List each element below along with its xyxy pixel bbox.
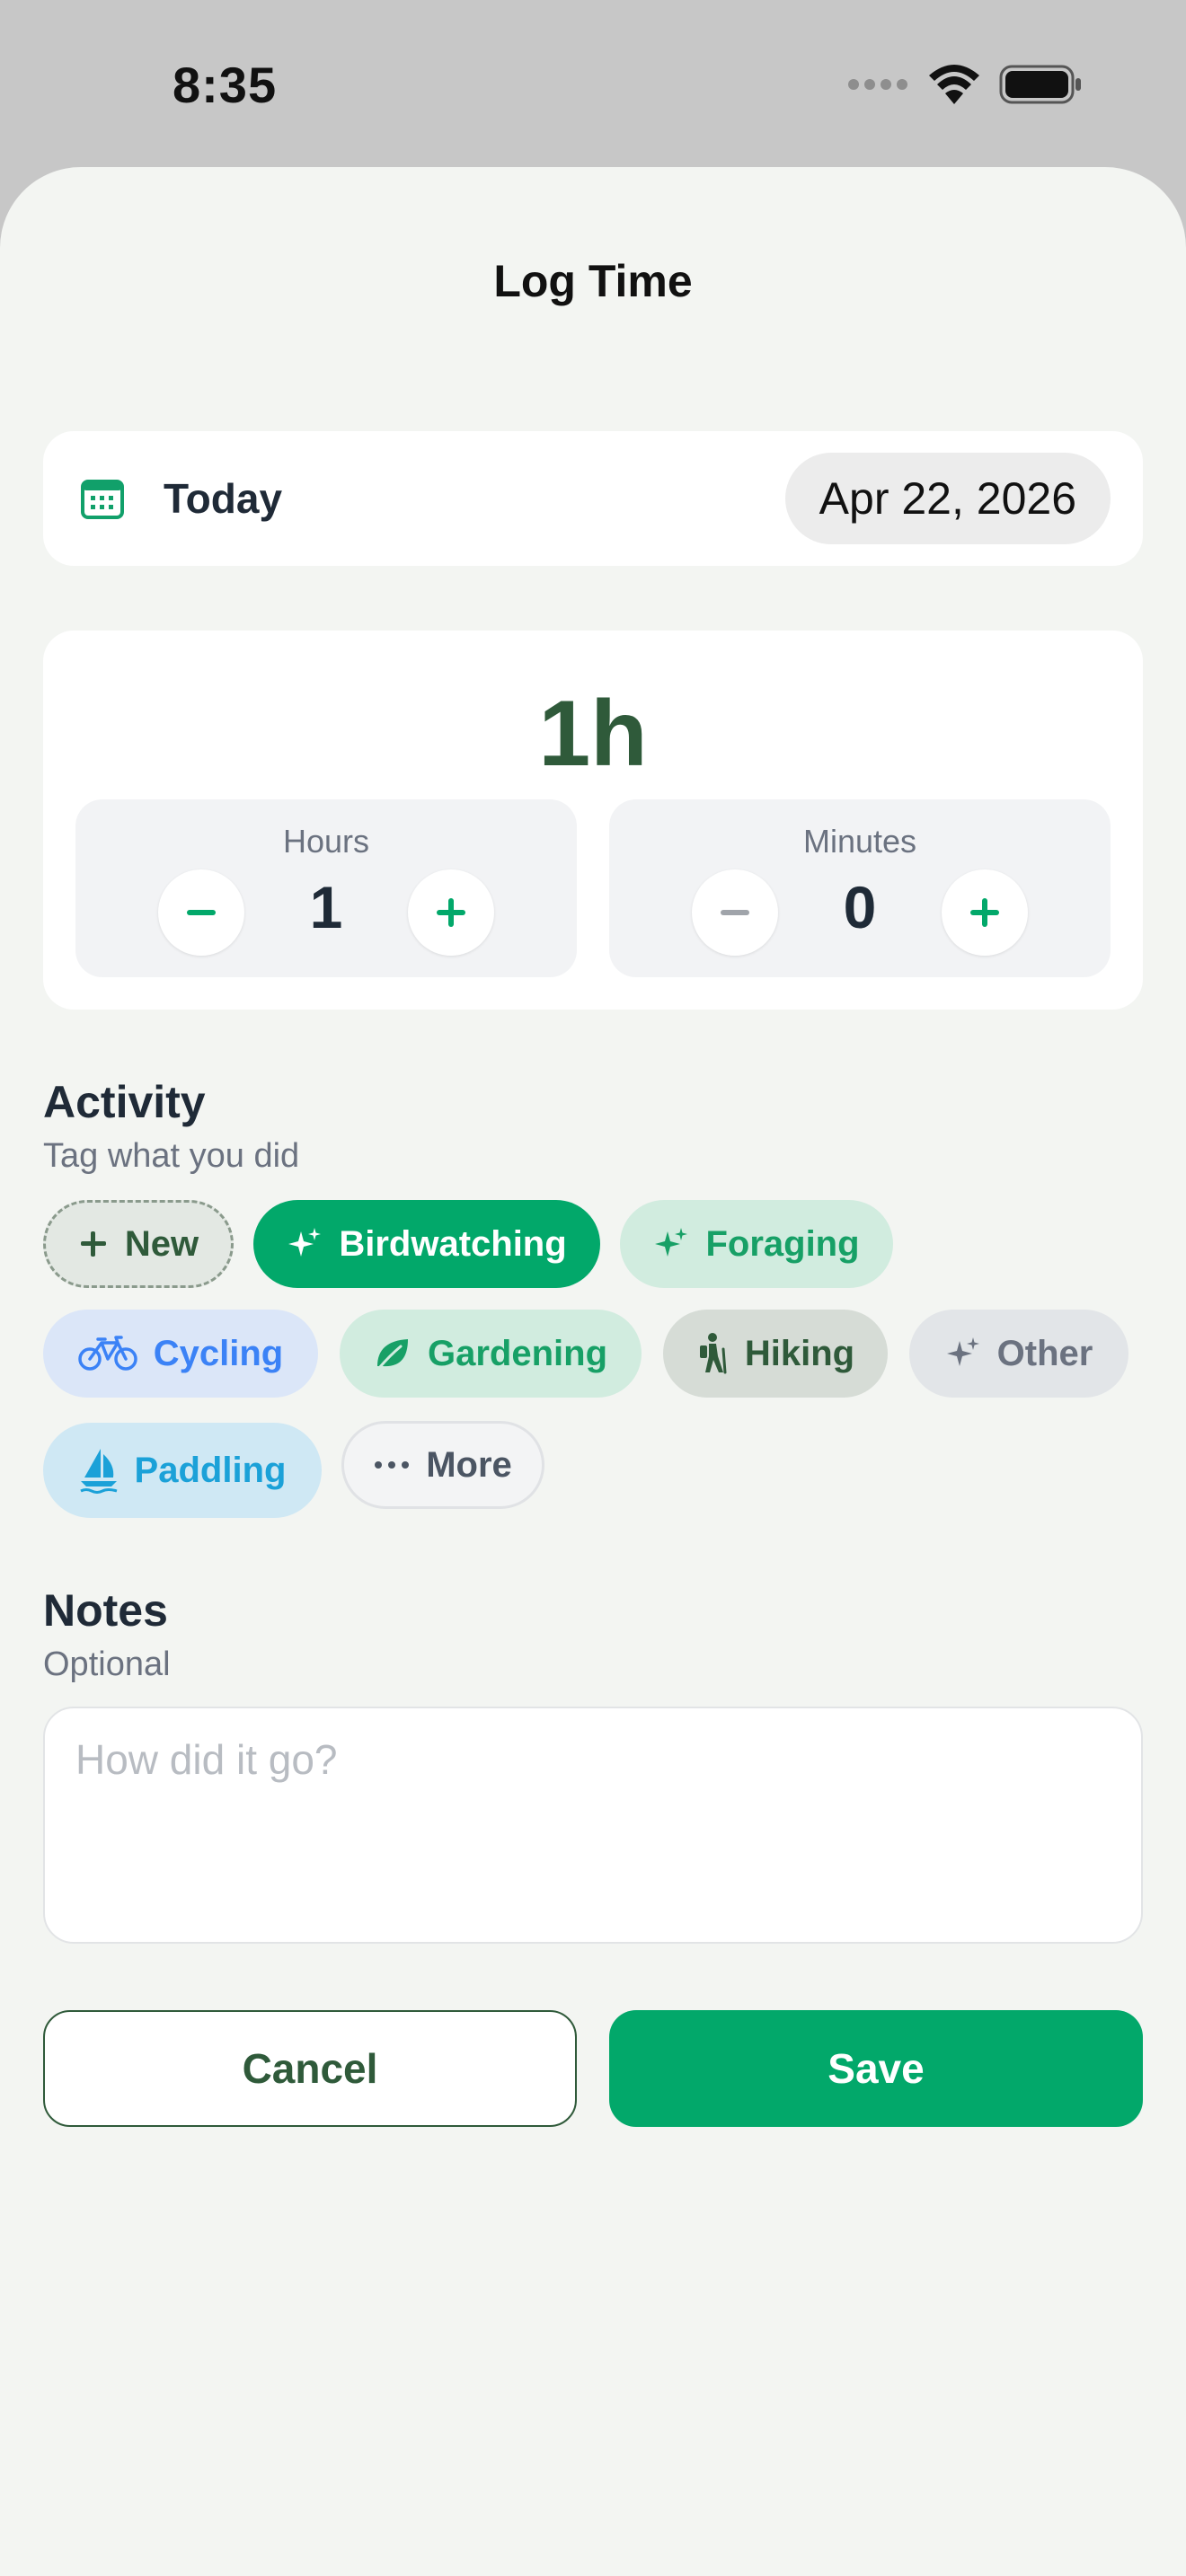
plus-icon <box>970 898 999 927</box>
notes-subheading: Optional <box>43 1645 171 1683</box>
chip-foraging[interactable]: Foraging <box>620 1200 893 1288</box>
activity-subheading: Tag what you did <box>43 1137 300 1175</box>
ellipsis-icon <box>375 1461 410 1469</box>
duration-card: 1h Hours 1 Minutes 0 <box>43 631 1143 1010</box>
chip-label: Cycling <box>153 1333 284 1373</box>
cancel-button[interactable]: Cancel <box>43 2010 577 2127</box>
sparkle-icon <box>946 1337 979 1366</box>
minutes-increment-button[interactable] <box>942 869 1028 956</box>
leaf-icon <box>376 1339 408 1370</box>
plus-icon <box>80 1231 106 1257</box>
wifi-icon <box>929 65 979 104</box>
sparkle-icon <box>288 1228 322 1257</box>
status-icons <box>846 65 1082 104</box>
sheet-title: Log Time <box>493 256 693 306</box>
hiker-icon <box>699 1333 727 1374</box>
chip-label: Other <box>996 1333 1093 1373</box>
battery-icon <box>999 65 1081 104</box>
status-time: 8:35 <box>173 57 278 113</box>
chip-label: Birdwatching <box>339 1223 567 1264</box>
notes-heading: Notes <box>43 1585 168 1636</box>
status-bar: 8:35 <box>0 0 1186 167</box>
minutes-stepper: Minutes 0 <box>609 799 1111 977</box>
chip-birdwatching[interactable]: Birdwatching <box>253 1200 600 1288</box>
minutes-value: 0 <box>843 874 877 940</box>
hours-value: 1 <box>309 874 343 940</box>
chip-label: Paddling <box>134 1450 287 1490</box>
date-row: Today Apr 22, 2026 <box>43 431 1143 566</box>
duration-display: 1h <box>538 682 648 786</box>
chip-gardening[interactable]: Gardening <box>340 1310 642 1398</box>
chip-label: Hiking <box>744 1333 855 1373</box>
chip-other[interactable]: Other <box>909 1310 1128 1398</box>
chip-cycling[interactable]: Cycling <box>43 1310 318 1398</box>
calendar-icon <box>81 478 124 524</box>
sailboat-icon <box>79 1449 117 1494</box>
chip-label: Foraging <box>705 1223 860 1264</box>
sparkle-icon <box>655 1228 688 1257</box>
minutes-label: Minutes <box>802 823 917 860</box>
hours-stepper: Hours 1 <box>75 799 577 977</box>
hours-increment-button[interactable] <box>408 869 494 956</box>
log-time-sheet: Log Time Today Apr 22, 2026 1h Hours 1 M… <box>0 167 1186 2576</box>
chip-label: Gardening <box>427 1333 608 1373</box>
chip-hiking[interactable]: Hiking <box>663 1310 888 1398</box>
chip-label: More <box>426 1444 512 1485</box>
chip-new[interactable]: New <box>43 1200 234 1288</box>
date-label: Today <box>164 475 283 522</box>
chip-more[interactable]: More <box>341 1421 544 1509</box>
save-button[interactable]: Save <box>609 2010 1143 2127</box>
notes-field[interactable] <box>43 1707 1143 1944</box>
date-picker-button[interactable]: Apr 22, 2026 <box>784 453 1111 544</box>
cellular-signal-icon <box>848 79 907 90</box>
chip-label: New <box>124 1223 199 1264</box>
bicycle-icon <box>78 1336 137 1371</box>
plus-icon <box>437 898 465 927</box>
chip-paddling[interactable]: Paddling <box>43 1423 322 1518</box>
activity-heading: Activity <box>43 1077 206 1127</box>
notes-input[interactable] <box>75 1735 1100 1915</box>
hours-label: Hours <box>282 823 370 860</box>
